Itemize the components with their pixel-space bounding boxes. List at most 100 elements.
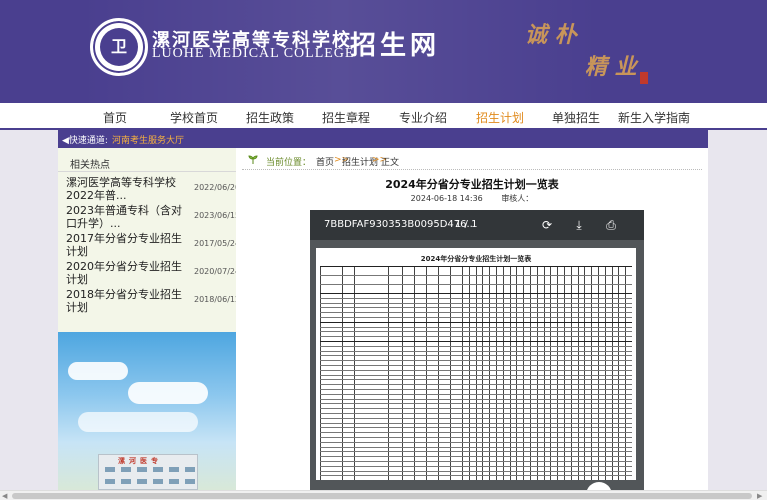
breadcrumb: 当前位置： 首页 >> 招生计划 >> 正文 [242, 152, 702, 170]
sheet-title: 2024年分省分专业招生计划一览表 [420, 255, 532, 263]
table-gridline [320, 370, 632, 371]
scroll-right-icon[interactable]: ▶ [757, 492, 762, 500]
table-gridline [320, 413, 632, 414]
table-gridline [320, 461, 632, 462]
horizontal-scrollbar[interactable]: ◀ ▶ [0, 490, 767, 500]
quick-access-label: ◀快速通道: [62, 136, 108, 146]
table-gridline [320, 322, 632, 323]
article-reviewer-label: 审核人： [501, 194, 534, 203]
table-gridline [320, 447, 632, 448]
motto-line-2: 精 业 [585, 54, 637, 80]
leaf-icon [248, 155, 258, 164]
nav-item-home[interactable]: 首页 [103, 109, 127, 126]
table-gridline [320, 346, 632, 347]
table-gridline [320, 389, 632, 390]
table-gridline [320, 475, 632, 476]
hot-topic-item[interactable]: 2020年分省分专业招生计划 2020/07/24 [66, 260, 241, 286]
table-gridline [320, 466, 632, 467]
hot-topic-title[interactable]: 漯河医学高等专科学校2022年普... [66, 176, 190, 202]
seal-stamp [640, 72, 648, 84]
college-name-en: LUOHE MEDICAL COLLEGE [152, 46, 355, 61]
hot-topic-item[interactable]: 2023年普通专科（含对口升学）... 2023/06/15 [66, 204, 241, 230]
table-gridline [320, 379, 632, 380]
table-gridline [320, 365, 632, 366]
breadcrumb-current: 正文 [381, 158, 400, 168]
main-content: 当前位置： 首页 >> 招生计划 >> 正文 2024年分省分专业招生计划一览表… [236, 148, 708, 496]
table-gridline [320, 317, 632, 318]
quick-access-bar: ◀快速通道: 河南考生服务大厅 [58, 130, 708, 148]
table-gridline [320, 403, 632, 404]
table-gridline [320, 399, 632, 400]
table-gridline [320, 351, 632, 352]
nav-item-charter[interactable]: 招生章程 [322, 109, 370, 126]
hot-topic-date: 2017/05/24 [194, 239, 241, 248]
table-gridline [320, 327, 632, 328]
hot-topic-date: 2023/06/15 [194, 211, 241, 220]
breadcrumb-home[interactable]: 首页 [316, 155, 334, 168]
table-gridline [320, 266, 632, 267]
table-gridline [320, 360, 632, 361]
pdf-page: 2024年分省分专业招生计划一览表 [316, 248, 636, 480]
scrollbar-thumb[interactable] [12, 493, 752, 499]
college-logo[interactable]: 卫 [90, 18, 148, 76]
hot-topic-item[interactable]: 2018年分省分专业招生计划 2018/06/12 [66, 288, 241, 314]
hot-topic-date: 2022/06/20 [194, 183, 241, 192]
nav-item-enrollment-plan[interactable]: 招生计划 [476, 109, 524, 126]
hot-topics-title: 相关热点 [70, 160, 110, 171]
table-gridline [320, 408, 632, 409]
hot-topic-title[interactable]: 2018年分省分专业招生计划 [66, 288, 190, 314]
campus-photo: 漯河医专 [58, 332, 236, 490]
download-icon[interactable]: ⤓ [572, 218, 586, 232]
cloud-shape [68, 362, 128, 380]
motto-line-1: 诚 朴 [525, 22, 577, 48]
sidebar: 相关热点 漯河医学高等专科学校2022年普... 2022/06/20 2023… [58, 148, 241, 490]
table-gridline [320, 341, 632, 342]
nav-item-freshman-guide[interactable]: 新生入学指南 [618, 109, 690, 126]
cloud-shape [128, 382, 208, 404]
nav-item-independent[interactable]: 单独招生 [552, 109, 600, 126]
pdf-page-indicator: 1 / 1 [455, 219, 478, 230]
pdf-toolbar: 7BBDFAF930353B0095D476... 1 / 1 ⟳ ⤓ ⎙ [310, 210, 644, 240]
table-gridline [320, 284, 632, 285]
nav-item-school-home[interactable]: 学校首页 [170, 109, 218, 126]
table-gridline [320, 394, 632, 395]
article-title: 2024年分省分专业招生计划一览表 [385, 178, 559, 191]
hot-topic-date: 2018/06/12 [194, 295, 241, 304]
scroll-left-icon[interactable]: ◀ [2, 492, 7, 500]
table-gridline [320, 423, 632, 424]
hot-topic-title[interactable]: 2020年分省分专业招生计划 [66, 260, 190, 286]
site-header: 卫 漯河医学高等专科学校 LUOHE MEDICAL COLLEGE 招生网 诚… [0, 0, 767, 103]
hot-topic-title[interactable]: 2017年分省分专业招生计划 [66, 232, 190, 258]
nav-item-policy[interactable]: 招生政策 [246, 109, 294, 126]
pdf-file-name: 7BBDFAF930353B0095D476... [324, 219, 477, 230]
table-gridline [320, 312, 632, 313]
table-gridline [320, 275, 632, 276]
breadcrumb-label: 当前位置： [266, 158, 312, 168]
table-gridline [320, 418, 632, 419]
table-gridline [320, 442, 632, 443]
article-meta: 2024-06-18 14:36 审核人： [236, 193, 708, 204]
table-gridline [320, 456, 632, 457]
quick-access-link[interactable]: 河南考生服务大厅 [112, 133, 184, 146]
nav-item-majors[interactable]: 专业介绍 [399, 109, 447, 126]
table-gridline [320, 471, 632, 472]
pdf-viewer[interactable]: 7BBDFAF930353B0095D476... 1 / 1 ⟳ ⤓ ⎙ 20… [310, 210, 644, 496]
table-gridline [320, 432, 632, 433]
article-datetime: 2024-06-18 14:36 [410, 194, 483, 203]
hot-topic-item[interactable]: 漯河医学高等专科学校2022年普... 2022/06/20 [66, 176, 241, 202]
main-nav: 首页 学校首页 招生政策 招生章程 专业介绍 招生计划 单独招生 新生入学指南 [0, 103, 767, 130]
print-icon[interactable]: ⎙ [604, 218, 618, 232]
table-gridline [320, 355, 632, 356]
hot-topic-date: 2020/07/24 [194, 267, 241, 276]
hot-topic-title[interactable]: 2023年普通专科（含对口升学）... [66, 204, 190, 230]
logo-emblem-icon: 卫 [100, 28, 138, 66]
cloud-shape [78, 412, 198, 432]
table-gridline [320, 336, 632, 337]
table-gridline [320, 375, 632, 376]
table-gridline [320, 293, 632, 294]
table-gridline [320, 427, 632, 428]
table-gridline [320, 298, 632, 299]
hot-topic-item[interactable]: 2017年分省分专业招生计划 2017/05/24 [66, 232, 241, 258]
table-gridline [320, 437, 632, 438]
rotate-icon[interactable]: ⟳ [540, 218, 554, 232]
